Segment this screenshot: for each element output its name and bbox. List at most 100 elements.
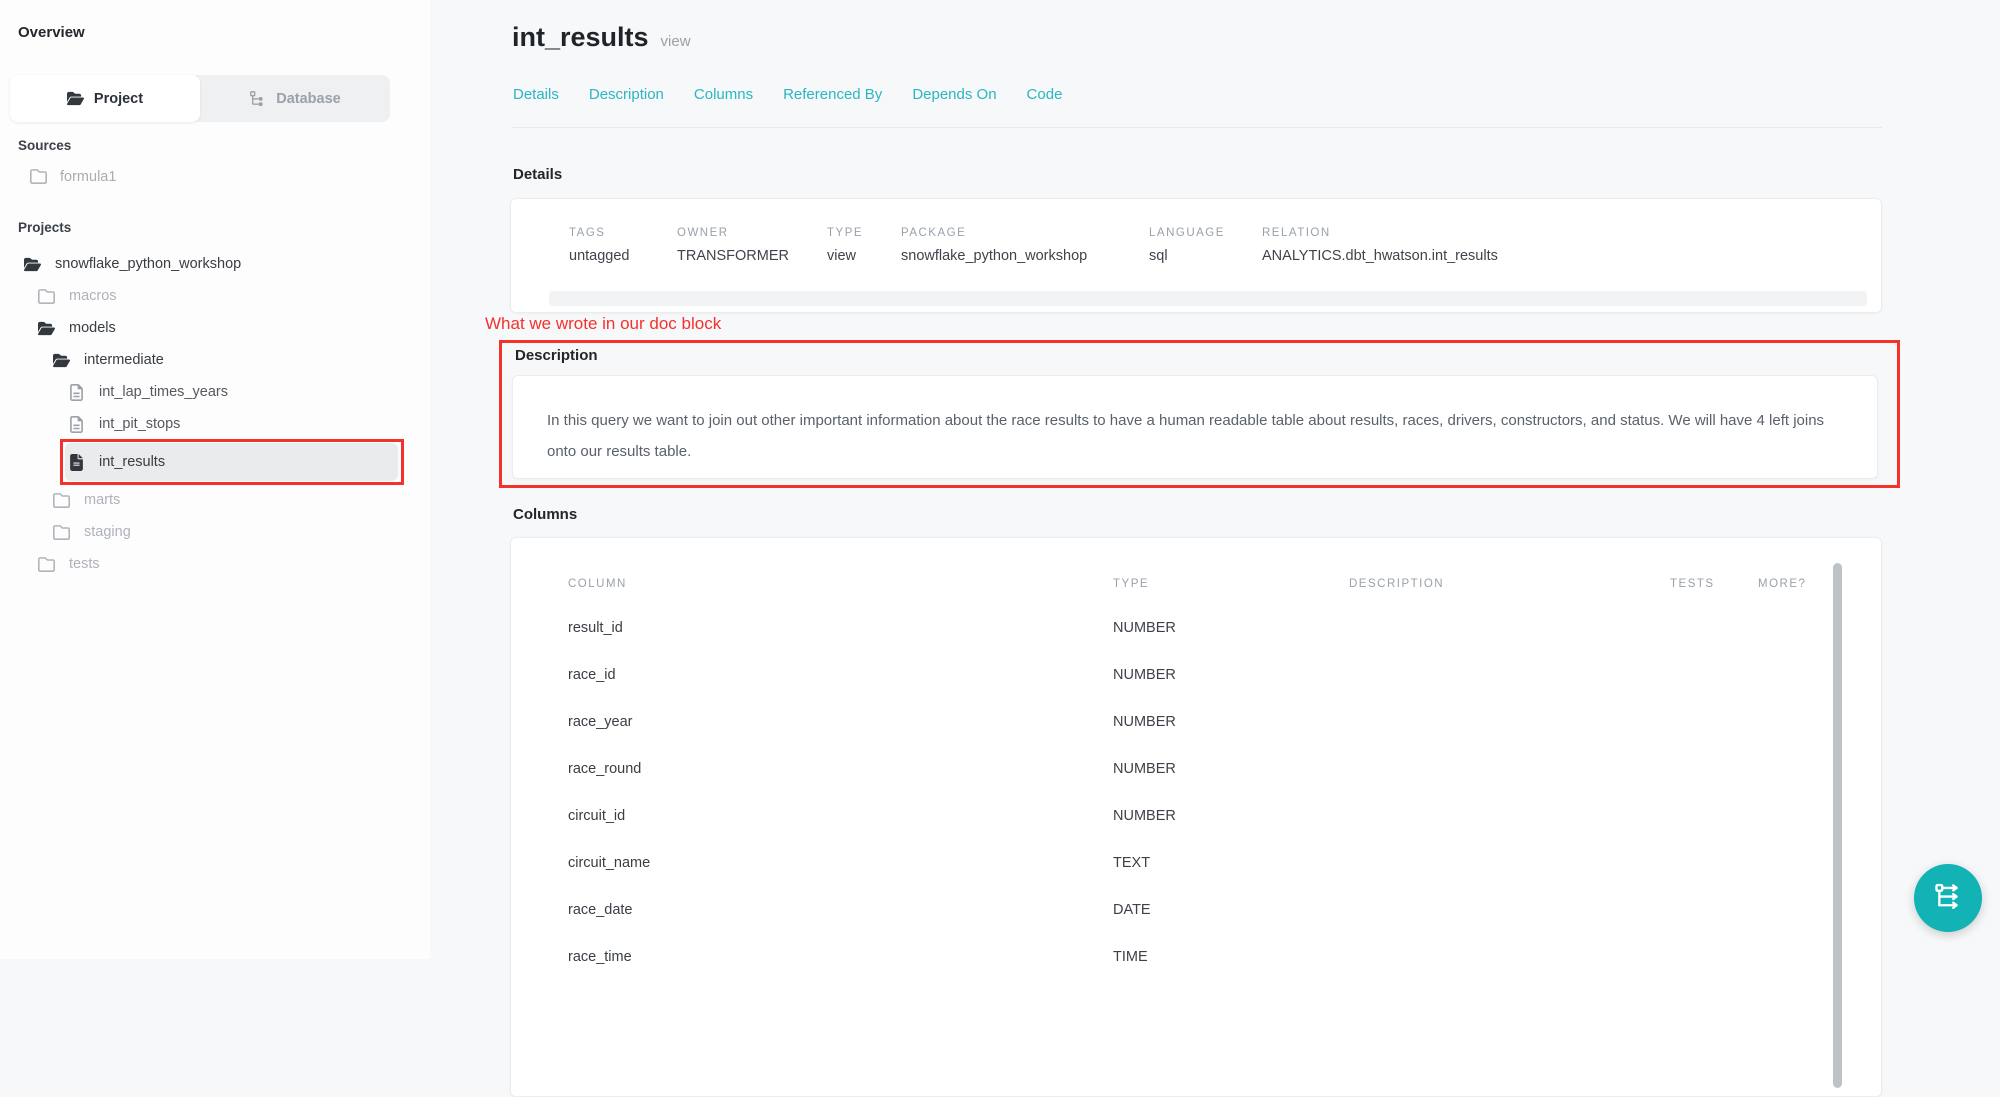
- detail-field-tags: TAGSuntagged: [569, 227, 629, 264]
- projects-heading: Projects: [18, 220, 71, 235]
- database-toggle-button[interactable]: Database: [200, 75, 390, 122]
- file-icon: [68, 384, 85, 401]
- detail-field-relation: RELATIONANALYTICS.dbt_hwatson.int_result…: [1262, 227, 1498, 264]
- doc-block-highlight-box: Description In this query we want to joi…: [499, 340, 1900, 488]
- sidebar-item-int_pit_stops[interactable]: int_pit_stops: [0, 408, 430, 440]
- folder-closed-icon: [53, 492, 70, 509]
- doc-block-annotation: What we wrote in our doc block: [485, 314, 721, 334]
- tree-item-label: macros: [69, 288, 117, 304]
- detail-value: sql: [1149, 248, 1225, 264]
- column-type: NUMBER: [1113, 667, 1349, 683]
- column-header-column: COLUMN: [568, 578, 1113, 590]
- file-solid-icon: [68, 454, 85, 471]
- tab-depends-on[interactable]: Depends On: [912, 86, 996, 103]
- sidebar-item-int_lap_times_years[interactable]: int_lap_times_years: [0, 376, 430, 408]
- folder-closed-icon: [30, 168, 47, 185]
- columns-table-header: COLUMNTYPEDESCRIPTIONTESTSMORE?: [511, 572, 1881, 596]
- tab-bar: Details Description Columns Referenced By De…: [513, 86, 1062, 103]
- database-toggle-label: Database: [276, 91, 340, 107]
- columns-table-body: result_idNUMBERrace_idNUMBERrace_yearNUM…: [511, 604, 1881, 980]
- file-icon: [68, 416, 85, 433]
- detail-label: TYPE: [827, 227, 863, 239]
- column-type: NUMBER: [1113, 620, 1349, 636]
- column-name: race_year: [568, 714, 1113, 730]
- tree-item-label: int_pit_stops: [99, 416, 180, 432]
- page-title: int_results: [512, 22, 649, 53]
- column-name: race_time: [568, 949, 1113, 965]
- tree-item-label: marts: [84, 492, 120, 508]
- project-toggle-button[interactable]: Project: [10, 75, 200, 122]
- tree-item-label: tests: [69, 556, 100, 572]
- column-row-race_round[interactable]: race_roundNUMBER: [511, 745, 1881, 792]
- details-card: TAGSuntagged OWNER TRANSFORMER TYPE view PACK…: [510, 198, 1882, 313]
- detail-value: view: [827, 248, 863, 264]
- main-content: int_results view Details Description Colum…: [512, 0, 2000, 959]
- column-row-race_id[interactable]: race_idNUMBER: [511, 651, 1881, 698]
- column-type: NUMBER: [1113, 761, 1349, 777]
- tree-item-label: models: [69, 320, 116, 336]
- column-header-type: TYPE: [1113, 578, 1349, 590]
- tab-description[interactable]: Description: [589, 86, 664, 103]
- detail-field-language: LANGUAGE sql: [1149, 227, 1225, 264]
- detail-label: LANGUAGE: [1149, 227, 1225, 239]
- column-type: NUMBER: [1113, 808, 1349, 824]
- detail-field-type: TYPE view: [827, 227, 863, 264]
- column-row-result_id[interactable]: result_idNUMBER: [511, 604, 1881, 651]
- detail-value: snowflake_python_workshop: [901, 248, 1087, 264]
- column-name: race_round: [568, 761, 1113, 777]
- detail-label: OWNER: [677, 227, 789, 239]
- column-row-circuit_name[interactable]: circuit_nameTEXT: [511, 839, 1881, 886]
- details-footer-strip: [549, 291, 1867, 306]
- column-type: DATE: [1113, 902, 1349, 918]
- tree-item-label: int_results: [99, 454, 165, 470]
- folder-closed-icon: [38, 556, 55, 573]
- project-toggle-label: Project: [94, 91, 143, 107]
- detail-value: TRANSFORMER: [677, 248, 789, 264]
- lineage-graph-icon: [1933, 881, 1963, 916]
- sidebar-item-models[interactable]: models: [0, 312, 430, 344]
- column-row-race_year[interactable]: race_yearNUMBER: [511, 698, 1881, 745]
- column-header-description: DESCRIPTION: [1349, 578, 1670, 590]
- columns-heading: Columns: [513, 506, 577, 523]
- tree-item-label: intermediate: [84, 352, 164, 368]
- column-row-race_date[interactable]: race_dateDATE: [511, 886, 1881, 933]
- sidebar-item-formula1[interactable]: formula1: [30, 168, 116, 185]
- column-name: race_date: [568, 902, 1113, 918]
- columns-scrollbar-thumb[interactable]: [1833, 563, 1842, 1088]
- tab-divider: [512, 127, 1882, 128]
- description-heading: Description: [515, 347, 1897, 364]
- tree-item-label: snowflake_python_workshop: [55, 256, 241, 272]
- sidebar-item-tests[interactable]: tests: [0, 548, 430, 580]
- tab-details[interactable]: Details: [513, 86, 559, 103]
- sources-heading: Sources: [18, 138, 71, 153]
- detail-label: PACKAGE: [901, 227, 1087, 239]
- sidebar-item-snowflake_python_workshop[interactable]: snowflake_python_workshop: [0, 248, 430, 280]
- tab-referenced-by[interactable]: Referenced By: [783, 86, 882, 103]
- sidebar: Overview Project Database Sources formul…: [0, 0, 430, 959]
- detail-field-package: PACKAGE snowflake_python_workshop: [901, 227, 1087, 264]
- lineage-graph-fab[interactable]: [1914, 864, 1982, 932]
- column-type: NUMBER: [1113, 714, 1349, 730]
- sidebar-item-staging[interactable]: staging: [0, 516, 430, 548]
- tab-code[interactable]: Code: [1027, 86, 1063, 103]
- project-tree: snowflake_python_workshopmacros models int…: [0, 248, 430, 580]
- overview-heading: Overview: [18, 24, 85, 41]
- column-name: race_id: [568, 667, 1113, 683]
- sidebar-item-int_results[interactable]: int_results: [0, 443, 430, 481]
- column-header-more: MORE?: [1758, 578, 1881, 590]
- sidebar-item-marts[interactable]: marts: [0, 484, 430, 516]
- materialization-badge: view: [661, 33, 691, 50]
- description-text: In this query we want to join out other …: [513, 376, 1875, 467]
- column-type: TIME: [1113, 949, 1349, 965]
- sidebar-item-macros[interactable]: macros: [0, 280, 430, 312]
- column-row-race_time[interactable]: race_timeTIME: [511, 933, 1881, 980]
- column-name: result_id: [568, 620, 1113, 636]
- tab-columns[interactable]: Columns: [694, 86, 753, 103]
- column-name: circuit_name: [568, 855, 1113, 871]
- sidebar-item-intermediate[interactable]: intermediate: [0, 344, 430, 376]
- tree-item-label: int_lap_times_years: [99, 384, 228, 400]
- source-item-label: formula1: [60, 169, 116, 185]
- folder-open-icon: [24, 256, 41, 273]
- column-row-circuit_id[interactable]: circuit_idNUMBER: [511, 792, 1881, 839]
- folder-open-icon: [67, 90, 84, 107]
